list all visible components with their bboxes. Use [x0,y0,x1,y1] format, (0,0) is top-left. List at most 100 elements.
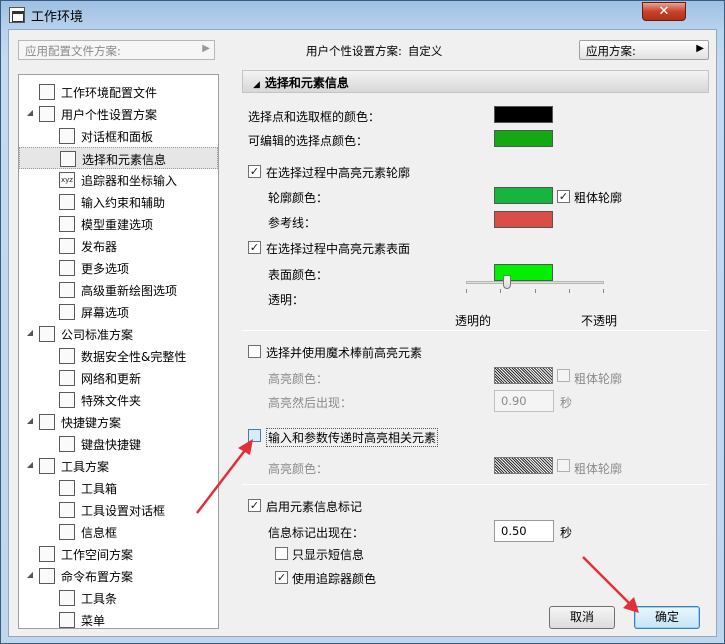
transparency-slider[interactable] [466,281,604,284]
reference-line-color-swatch[interactable] [494,211,553,228]
expand-toggle-icon[interactable]: ◢ [25,108,35,118]
tool-scheme-icon [39,458,55,474]
section-divider [242,330,709,331]
apply-scheme-label: 应用方案: [586,44,636,58]
keyboard-icon [59,436,75,452]
tree-item[interactable]: 屏幕选项 [19,301,218,323]
tree-item[interactable]: 工具箱 [19,477,218,499]
close-button[interactable]: ✕ [642,2,686,21]
personal-scheme-status: 用户个性设置方案: 自定义 [306,43,442,59]
tracker-colors-checkbox[interactable]: ✓ [275,571,288,584]
enable-info-tag-label: 启用元素信息标记 [266,500,363,514]
tree-item[interactable]: 模型重建选项 [19,213,218,235]
tree-item-label: 模型重建选项 [81,218,154,232]
tree-item[interactable]: 键盘快捷键 [19,433,218,455]
collapse-triangle-icon[interactable]: ◢ [253,80,260,90]
network-icon [59,370,75,386]
tree-item[interactable]: 工作环境配置文件 [19,81,218,103]
info-tag-delay-unit: 秒 [560,526,573,540]
settings-tree[interactable]: 工作环境配置文件 ◢ 用户个性设置方案 对话框和面板 选择和元素信息 xyz 追踪器和坐标输… [18,74,219,629]
tree-item[interactable]: 菜单 [19,609,218,628]
user-scheme-icon [39,106,55,122]
magic-wand-highlight-label: 选择并使用魔术棒前高亮元素 [266,346,423,360]
annotation-arrow-head [238,439,253,455]
info-tag-delay-label: 信息标记出现在： [268,526,365,540]
slider-tick [569,289,570,293]
info-box-icon [59,524,75,540]
tree-item[interactable]: 高级重新绘图选项 [19,279,218,301]
redraw-icon [59,282,75,298]
tree-item[interactable]: 特殊文件夹 [19,389,218,411]
tree-item[interactable]: 更多选项 [19,257,218,279]
editable-point-color-swatch[interactable] [494,130,553,147]
annotation-arrow-right [582,556,639,613]
pt-highlight-color-swatch [494,457,553,474]
pt-bold-contour-checkbox [557,459,570,472]
tree-item-label: 键盘快捷键 [81,438,142,452]
apply-scheme-button[interactable]: 应用方案: ▶ [579,40,709,60]
tree-item[interactable]: 对话框和面板 [19,125,218,147]
tree-item[interactable]: 输入约束和辅助 [19,191,218,213]
tree-item-label: 输入约束和辅助 [81,196,166,210]
expand-toggle-icon[interactable]: ◢ [25,570,35,580]
selection-point-color-swatch[interactable] [494,106,553,123]
tree-item[interactable]: 工具设置对话框 [19,499,218,521]
personal-scheme-value: 自定义 [407,44,443,58]
tree-item-label: 数据安全性&完整性 [81,350,187,364]
command-layout-icon [39,568,55,584]
mw-bold-contour-checkbox [557,369,570,382]
short-info-only-checkbox[interactable] [275,547,288,560]
screen-icon [59,304,75,320]
annotation-arrow-line [582,556,634,608]
tree-item[interactable]: 信息框 [19,521,218,543]
tree-item-label: 高级重新绘图选项 [81,284,178,298]
app-window-icon [9,7,25,23]
tree-item[interactable]: 工作空间方案 [19,543,218,565]
tree-item[interactable]: 选择和元素信息 [19,147,218,169]
opaque-end-label: 不透明 [581,314,618,328]
chevron-right-icon: ▶ [202,43,210,54]
tree-item[interactable]: 网络和更新 [19,367,218,389]
tree-item[interactable]: ◢ 工具方案 [19,455,218,477]
tree-item[interactable]: 发布器 [19,235,218,257]
tree-item[interactable]: ◢ 公司标准方案 [19,323,218,345]
tree-item-label: 公司标准方案 [61,328,134,342]
toolbox-icon [59,480,75,496]
data-safety-icon [59,348,75,364]
short-info-only-label: 只显示短信息 [292,548,365,562]
toolbar-icon [59,590,75,606]
panel-header: ◢ 选择和元素信息 [242,70,709,93]
expand-toggle-icon[interactable]: ◢ [25,328,35,338]
transparency-slider-thumb[interactable] [503,275,512,289]
contour-color-label: 轮廓颜色： [268,191,329,205]
highlight-contour-label: 在选择过程中高亮元素轮廓 [266,166,411,180]
profile-scheme-dropdown[interactable]: 应用配置文件方案: ▶ [18,40,215,60]
bold-contour-checkbox[interactable]: ✓ [557,190,570,203]
title-bar[interactable]: 工作环境 ✕ [1,1,724,29]
highlight-contour-checkbox[interactable]: ✓ [248,165,261,178]
dialog-window: 工作环境 ✕ 应用配置文件方案: ▶ 用户个性设置方案: 自定义 应用方案: ▶ … [0,0,725,644]
param-transfer-highlight-label: 输入和参数传递时高亮相关元素 [266,428,439,447]
magic-wand-highlight-checkbox[interactable] [248,345,261,358]
company-scheme-icon [39,326,55,342]
contour-color-swatch[interactable] [494,187,553,204]
selection-info-icon [60,151,76,167]
tree-item[interactable]: ◢ 快捷键方案 [19,411,218,433]
input-constraint-icon [59,194,75,210]
tree-item[interactable]: ◢ 用户个性设置方案 [19,103,218,125]
highlight-surface-checkbox[interactable]: ✓ [248,241,261,254]
tree-item-label: 发布器 [81,240,118,254]
tree-item-label: 工具方案 [61,460,110,474]
expand-toggle-icon[interactable]: ◢ [25,460,35,470]
tree-item[interactable]: 数据安全性&完整性 [19,345,218,367]
info-tag-delay-input[interactable]: 0.50 [494,520,554,542]
tree-item[interactable]: 工具条 [19,587,218,609]
tree-item-label: 工作环境配置文件 [61,86,158,100]
profile-scheme-placeholder: 应用配置文件方案: [25,44,121,58]
expand-toggle-icon[interactable]: ◢ [25,416,35,426]
tree-item[interactable]: xyz 追踪器和坐标输入 [19,169,218,191]
transparent-end-label: 透明的 [455,314,492,328]
tree-item-label: 屏幕选项 [81,306,130,320]
tree-item[interactable]: ◢ 命令布置方案 [19,565,218,587]
more-options-icon [59,260,75,276]
